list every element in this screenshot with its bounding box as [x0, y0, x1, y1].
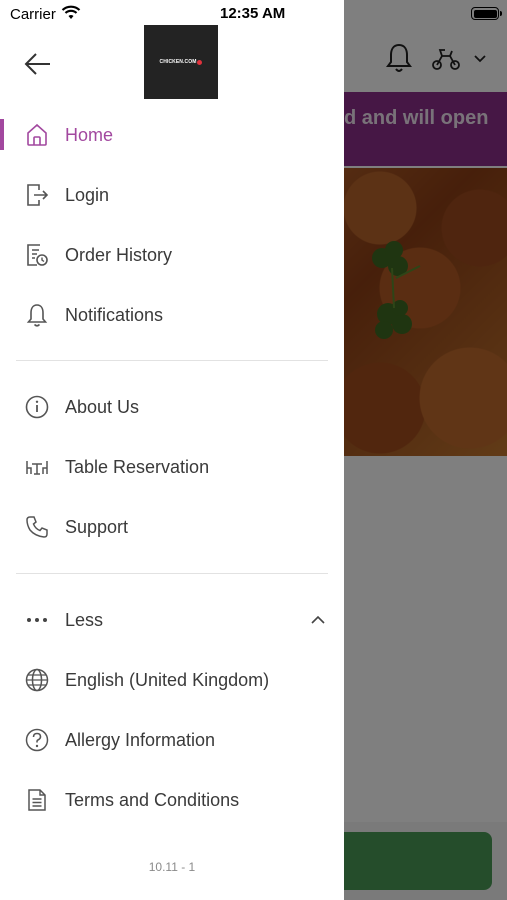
menu-label-language: English (United Kingdom)	[65, 669, 270, 690]
chevron-up-icon	[311, 615, 325, 624]
menu-label-login: Login	[65, 184, 110, 205]
clock: 12:35 AM	[220, 5, 286, 22]
brand-logo: CHICKEN.COM	[144, 25, 218, 99]
bell-icon	[24, 302, 50, 328]
carrier-label: Carrier	[10, 6, 56, 23]
phone-icon	[24, 514, 50, 540]
back-arrow-icon[interactable]	[22, 50, 54, 78]
status-bar: Carrier 12:35 AM	[0, 0, 507, 28]
menu-item-home[interactable]: Home	[0, 107, 344, 163]
info-icon	[24, 394, 50, 420]
menu-item-support[interactable]: Support	[0, 499, 344, 555]
document-icon	[24, 787, 50, 813]
app-version: 10.11 - 1	[148, 860, 196, 874]
menu-label-notifications: Notifications	[65, 304, 164, 325]
menu-item-order-history[interactable]: Order History	[0, 227, 344, 283]
home-icon	[24, 122, 50, 148]
menu-label-table-reservation: Table Reservation	[65, 456, 210, 477]
menu-item-about-us[interactable]: About Us	[0, 379, 344, 435]
more-dots-icon	[24, 607, 50, 633]
menu-label-home: Home	[65, 124, 114, 145]
login-icon	[24, 182, 50, 208]
order-history-icon	[24, 242, 50, 268]
menu-divider	[16, 573, 328, 574]
globe-icon	[24, 667, 50, 693]
wifi-icon	[61, 5, 81, 19]
menu-item-allergy-information[interactable]: Allergy Information	[0, 712, 344, 768]
battery-icon	[471, 7, 502, 20]
menu-item-table-reservation[interactable]: Table Reservation	[0, 439, 344, 495]
menu-divider	[16, 360, 328, 361]
menu-item-language[interactable]: English (United Kingdom)	[0, 652, 344, 708]
table-icon	[24, 454, 50, 480]
menu-label-order-history: Order History	[65, 244, 173, 265]
menu-label-allergy-information: Allergy Information	[65, 729, 216, 750]
navigation-drawer: CHICKEN.COM Home Login Order History Not…	[0, 0, 344, 900]
menu-label-support: Support	[65, 516, 129, 537]
menu-label-less: Less	[65, 609, 104, 630]
menu-label-about-us: About Us	[65, 396, 140, 417]
menu-label-terms-and-conditions: Terms and Conditions	[65, 789, 240, 810]
menu-item-login[interactable]: Login	[0, 167, 344, 223]
menu-item-less-toggle[interactable]: Less	[0, 592, 344, 648]
menu-item-notifications[interactable]: Notifications	[0, 287, 344, 343]
menu-item-terms-and-conditions[interactable]: Terms and Conditions	[0, 772, 344, 828]
question-icon	[24, 727, 50, 753]
